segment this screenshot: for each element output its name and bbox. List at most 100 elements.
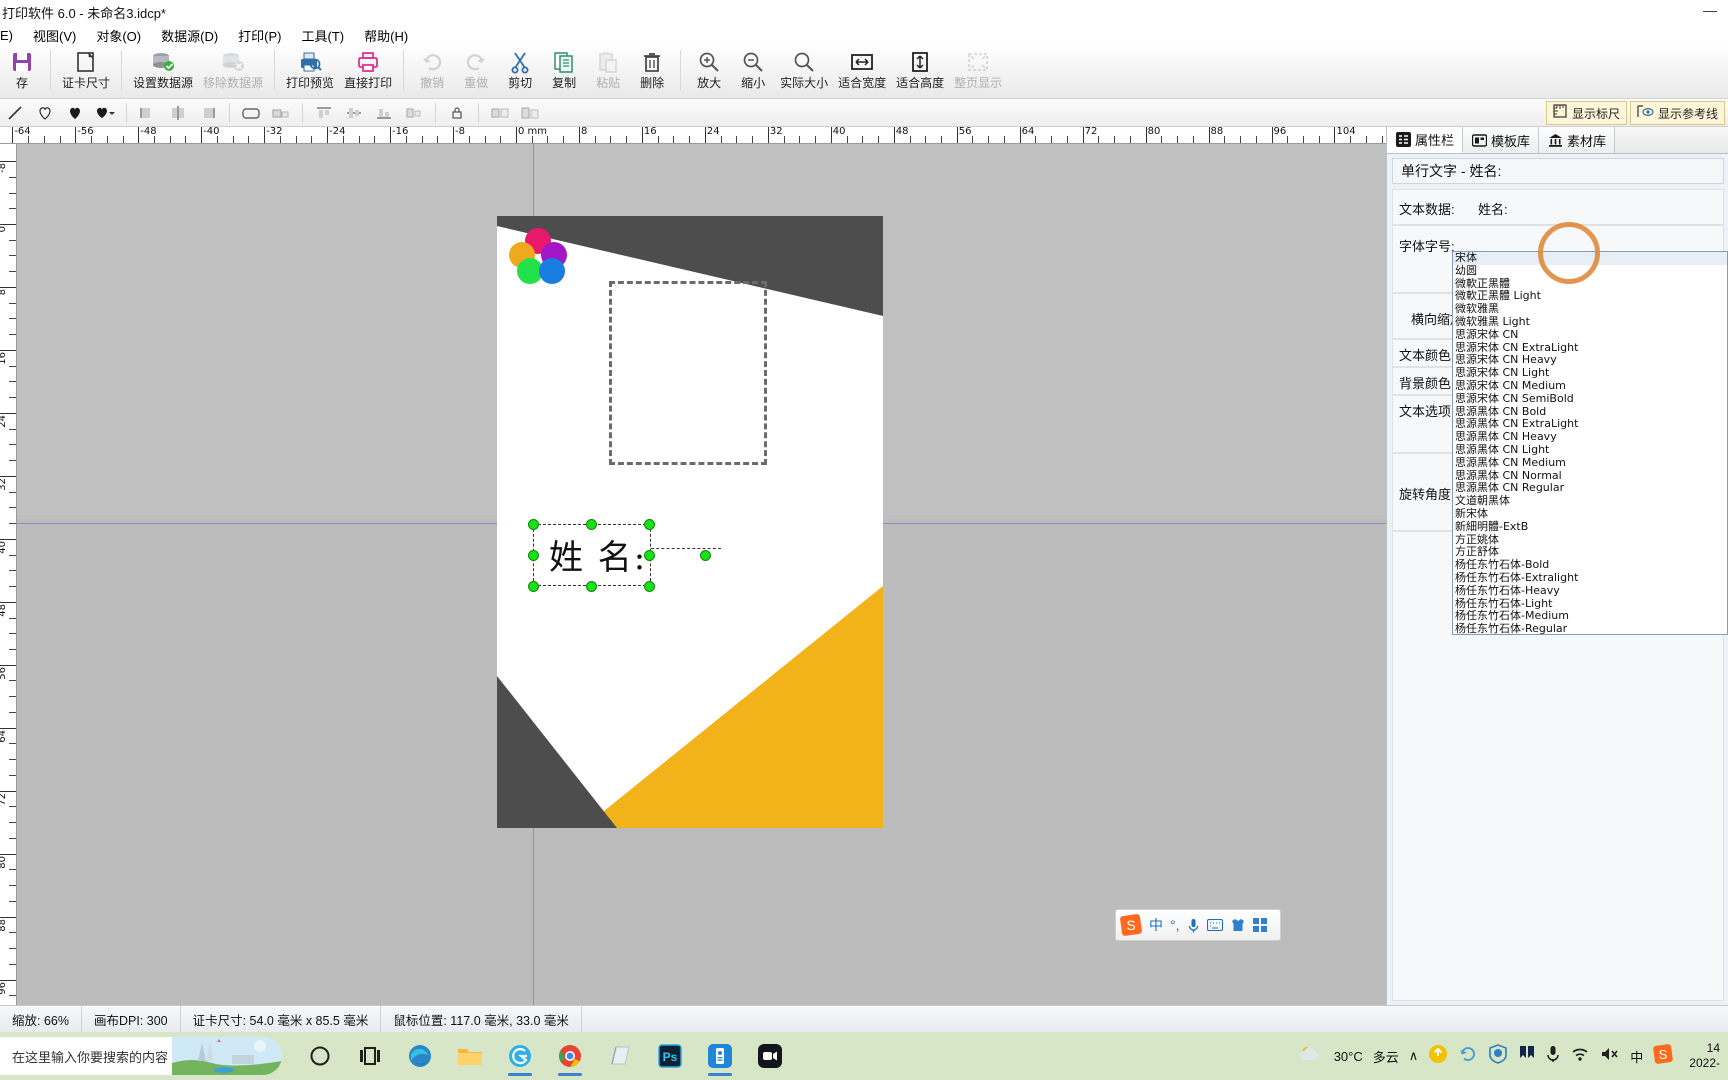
font-list-item[interactable]: 杨任东竹石体-Extralight (1453, 571, 1727, 585)
tab-material-library[interactable]: 素材库 (1539, 127, 1616, 153)
canvas-area[interactable]: 姓 名: (17, 144, 1386, 1005)
font-list-item[interactable]: 思源宋体 CN SemiBold (1453, 392, 1727, 406)
chrome-icon[interactable] (550, 1034, 590, 1078)
align-top-icon[interactable] (311, 101, 337, 125)
heart-filled-icon[interactable] (62, 101, 88, 125)
font-list-item[interactable]: 杨任东竹石体-Bold (1453, 558, 1727, 572)
horizontal-ruler[interactable]: -64 -56 -48 -40 -32 -24 -16 -8 0 mm 8 16 24 32 40 48 56… (0, 127, 1386, 144)
sogou-tray-icon[interactable]: S (1653, 1043, 1674, 1069)
direct-print-button[interactable]: 直接打印 (339, 46, 397, 97)
vertical-ruler[interactable]: -8 0 8 16 24 32 40 48 56 64 72 80 88 96 (0, 144, 17, 1005)
taskbar-clock[interactable]: 14 2022- (1689, 1041, 1720, 1071)
redo-button[interactable]: 重做 (454, 46, 498, 97)
print-preview-button[interactable]: 打印预览 (281, 46, 339, 97)
selected-text-object[interactable]: 姓 名: (528, 519, 721, 592)
line-tool-icon[interactable] (2, 101, 28, 125)
zoom-out-button[interactable]: 缩小 (731, 46, 775, 97)
photoshop-icon[interactable]: Ps (650, 1034, 690, 1078)
menu-datasource[interactable]: 数据源(D) (151, 25, 228, 46)
minimize-button[interactable]: — (1700, 2, 1720, 18)
font-list-item[interactable]: 新宋体 (1453, 507, 1727, 521)
taskbar-search-box[interactable]: 在这里输入你要搜索的内容 (0, 1037, 282, 1075)
task-view-icon[interactable] (350, 1034, 390, 1078)
set-datasource-button[interactable]: 设置数据源 (128, 46, 198, 97)
show-guides-toggle[interactable]: 显示参考线 (1629, 101, 1725, 125)
weather-icon[interactable] (1298, 1044, 1324, 1069)
fit-page-button[interactable]: 整页显示 (949, 46, 1007, 97)
update-icon[interactable] (1428, 1044, 1448, 1069)
font-list-item[interactable]: 新細明體-ExtB (1453, 520, 1727, 534)
microphone-tray-icon[interactable] (1546, 1045, 1560, 1068)
keyboard-icon[interactable] (1206, 919, 1223, 931)
card-design-canvas[interactable] (497, 216, 883, 828)
photo-placeholder-box[interactable] (609, 281, 767, 465)
tray-expand-chevron-icon[interactable]: ∧ (1409, 1048, 1419, 1064)
menu-tools[interactable]: 工具(T) (292, 25, 355, 46)
cut-button[interactable]: 剪切 (498, 46, 542, 97)
font-list-item[interactable]: 思源黑体 CN Medium (1453, 456, 1727, 470)
notepad-icon[interactable] (600, 1034, 640, 1078)
distribute-icon[interactable] (401, 101, 427, 125)
file-explorer-icon[interactable] (450, 1034, 490, 1078)
font-list-item[interactable]: 思源宋体 CN (1453, 328, 1727, 342)
menu-help[interactable]: 帮助(H) (354, 25, 418, 46)
paste-button[interactable]: 粘贴 (586, 46, 630, 97)
flag-icon[interactable] (1518, 1045, 1536, 1068)
font-list-item[interactable]: 杨任东竹石体-Heavy (1453, 584, 1727, 598)
equal-width-icon[interactable] (487, 101, 513, 125)
card-size-button[interactable]: 证卡尺寸 (57, 46, 115, 97)
tab-properties[interactable]: 属性栏 (1387, 127, 1464, 153)
align-middle-icon[interactable] (341, 101, 367, 125)
font-list-item[interactable]: 幼圆 (1453, 264, 1727, 278)
heart-outline-icon[interactable] (32, 101, 58, 125)
skin-icon[interactable] (1230, 918, 1246, 932)
cortana-icon[interactable] (300, 1034, 340, 1078)
tab-template-library[interactable]: 模板库 (1463, 127, 1540, 153)
wifi-icon[interactable] (1570, 1046, 1590, 1067)
shield-security-icon[interactable] (1488, 1043, 1508, 1069)
actual-size-button[interactable]: 实际大小 (775, 46, 833, 97)
copy-button[interactable]: 复制 (542, 46, 586, 97)
card-print-app-icon[interactable] (700, 1034, 740, 1078)
equal-height-icon[interactable] (517, 101, 543, 125)
font-list-item[interactable]: 文道朝黑体 (1453, 494, 1727, 508)
font-list-item[interactable]: 宋体 (1453, 252, 1727, 265)
menu-file[interactable]: E) (0, 27, 23, 44)
align-center-h-icon[interactable] (165, 101, 191, 125)
text-data-value[interactable]: 姓名: (1478, 199, 1508, 218)
font-list-item[interactable]: 杨任东竹石体-Regular (1453, 622, 1727, 634)
font-list-item[interactable]: 思源宋体 CN Medium (1453, 379, 1727, 393)
edge-icon[interactable] (400, 1034, 440, 1078)
ime-indicator-icon[interactable]: 中 (1630, 1047, 1643, 1066)
shape-dropdown-icon[interactable] (92, 101, 118, 125)
align-bottom-icon[interactable] (371, 101, 397, 125)
ime-mode-label[interactable]: 中 (1149, 915, 1163, 935)
menu-print[interactable]: 打印(P) (228, 25, 291, 46)
font-dropdown-list[interactable]: 宋体 幼圆 微軟正黑體 微軟正黑體 Light 微软雅黑 微软雅黑 Light 思源宋体 C… (1452, 251, 1728, 635)
align-left-icon[interactable] (135, 101, 161, 125)
meeting-app-icon[interactable] (750, 1034, 790, 1078)
volume-mute-icon[interactable] (1600, 1046, 1620, 1067)
font-list-item[interactable]: 微软雅黑 Light (1453, 315, 1727, 329)
save-button[interactable]: 存 (0, 46, 44, 97)
browser-360-icon[interactable] (500, 1034, 540, 1078)
fit-width-button[interactable]: 适合宽度 (833, 46, 891, 97)
zoom-in-button[interactable]: 放大 (687, 46, 731, 97)
round-rect-icon[interactable] (238, 101, 264, 125)
font-list-item[interactable]: 思源黑体 CN Light (1453, 443, 1727, 457)
delete-button[interactable]: 删除 (630, 46, 674, 97)
ime-punctuation-icon[interactable]: °, (1170, 917, 1180, 933)
menu-view[interactable]: 视图(V) (23, 25, 86, 46)
menu-object[interactable]: 对象(O) (86, 25, 151, 46)
fit-height-button[interactable]: 适合高度 (891, 46, 949, 97)
undo-button[interactable]: 撤销 (410, 46, 454, 97)
show-ruler-toggle[interactable]: 显示标尺 (1545, 101, 1627, 125)
ime-toolbar[interactable]: S 中 °, (1115, 909, 1281, 941)
sync-icon[interactable] (1458, 1044, 1478, 1069)
align-right-icon[interactable] (195, 101, 221, 125)
group-shapes-icon[interactable] (268, 101, 294, 125)
microphone-icon[interactable] (1187, 918, 1200, 933)
lock-icon[interactable] (444, 101, 470, 125)
ime-apps-icon[interactable] (1252, 918, 1267, 932)
remove-datasource-button[interactable]: 移除数据源 (198, 46, 268, 97)
